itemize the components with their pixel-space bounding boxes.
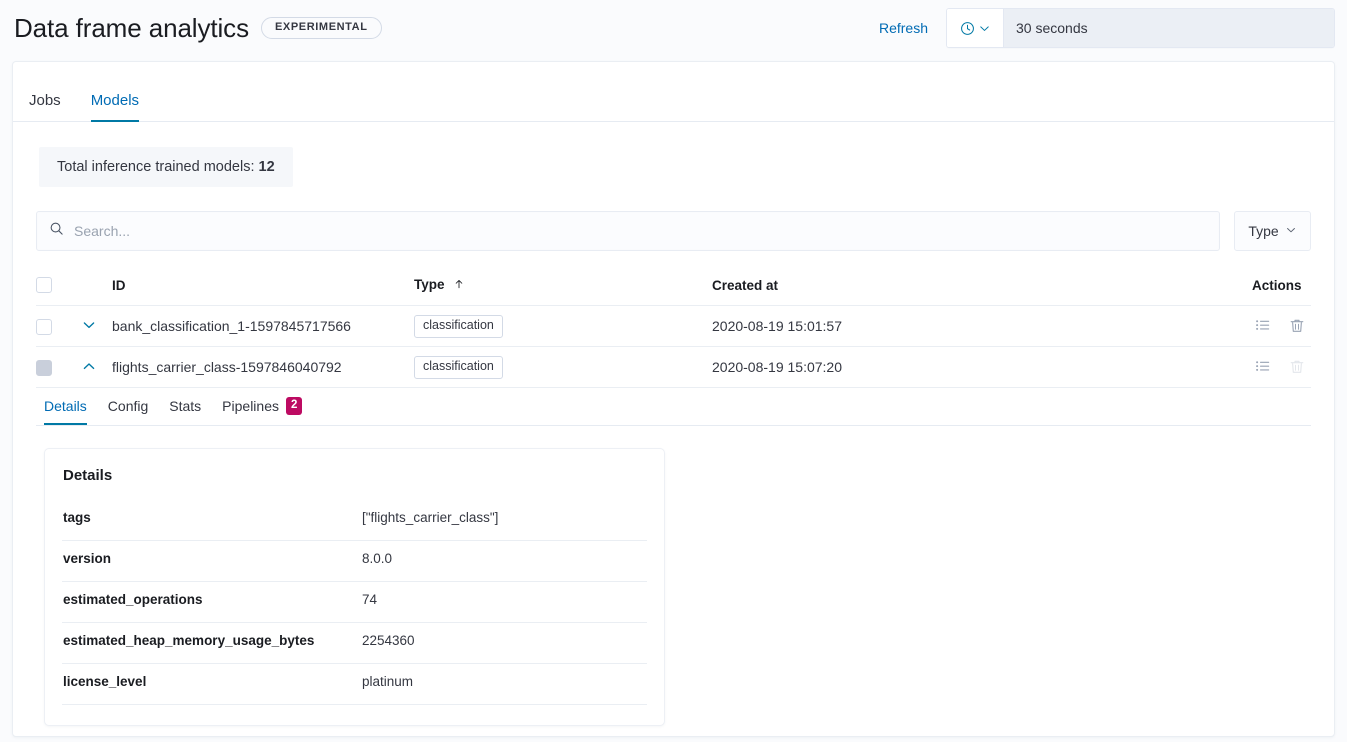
row-select-cell: [36, 306, 78, 347]
column-header-id[interactable]: ID: [112, 269, 414, 306]
row-checkbox[interactable]: [36, 319, 52, 335]
type-filter-label: Type: [1248, 223, 1278, 239]
expanded-tabs: Details Config Stats Pipelines: [36, 388, 1311, 425]
chevron-down-icon: [1285, 223, 1297, 239]
chevron-up-icon: [81, 358, 97, 377]
row-actions-cell: [1252, 306, 1311, 347]
header-controls: Refresh 30 seconds: [879, 8, 1335, 48]
list-icon[interactable]: [1255, 318, 1271, 334]
tab-pipelines[interactable]: Pipelines 2: [222, 388, 302, 424]
sort-up-icon: [453, 278, 465, 293]
search-box[interactable]: [36, 211, 1220, 251]
row-select-cell: [36, 347, 78, 388]
experimental-badge: EXPERIMENTAL: [261, 17, 382, 39]
details-value: platinum: [362, 664, 647, 705]
row-created-at: 2020-08-19 15:07:20: [712, 347, 1252, 388]
column-header-type-label: Type: [414, 277, 445, 292]
pipelines-count-badge: 2: [286, 397, 302, 414]
details-value: 8.0.0: [362, 541, 647, 582]
details-key: version: [62, 541, 362, 582]
details-key: tags: [62, 500, 362, 541]
expanded-details-row: Details Config Stats Pipelines: [36, 388, 1311, 737]
details-row: tags ["flights_carrier_class"]: [62, 500, 647, 541]
row-type-cell: classification: [414, 306, 712, 347]
clock-icon: [960, 21, 975, 36]
column-header-type[interactable]: Type: [414, 269, 712, 306]
chevron-down-icon: [81, 317, 97, 336]
tab-details[interactable]: Details: [44, 389, 87, 424]
type-badge: classification: [414, 315, 503, 338]
page-title: Data frame analytics: [14, 13, 249, 44]
details-card-title: Details: [62, 467, 647, 484]
row-expand-cell: [78, 306, 112, 347]
tab-stats-label: Stats: [169, 398, 201, 414]
expand-row-button[interactable]: [78, 315, 100, 337]
details-card: Details tags ["flights_carrier_class"]: [44, 448, 665, 727]
details-value: ["flights_carrier_class"]: [362, 500, 647, 541]
details-value: 2254360: [362, 623, 647, 664]
column-header-created-at[interactable]: Created at: [712, 269, 1252, 306]
tab-jobs[interactable]: Jobs: [29, 84, 61, 121]
search-input[interactable]: [74, 223, 1207, 239]
row-actions-cell: [1252, 347, 1311, 388]
details-row: estimated_heap_memory_usage_bytes 225436…: [62, 623, 647, 664]
table-header-row: ID Type Created at Actions: [36, 269, 1311, 306]
details-table: tags ["flights_carrier_class"] version 8…: [62, 500, 647, 706]
refresh-interval-value[interactable]: 30 seconds: [1004, 9, 1334, 47]
details-key: license_level: [62, 664, 362, 705]
tab-stats[interactable]: Stats: [169, 389, 201, 424]
refresh-button[interactable]: Refresh: [879, 20, 928, 36]
row-id: bank_classification_1-1597845717566: [112, 306, 414, 347]
tab-config-label: Config: [108, 398, 148, 414]
row-expand-cell: [78, 347, 112, 388]
row-type-cell: classification: [414, 347, 712, 388]
main-panel: Jobs Models Total inference trained mode…: [12, 61, 1335, 737]
row-id: flights_carrier_class-1597846040792: [112, 347, 414, 388]
search-row: Type: [36, 211, 1311, 251]
expanded-panel: Details Config Stats Pipelines: [36, 388, 1311, 737]
tab-config[interactable]: Config: [108, 389, 148, 424]
refresh-interval-control: 30 seconds: [946, 8, 1335, 48]
select-all-checkbox[interactable]: [36, 277, 52, 293]
search-icon: [49, 221, 64, 241]
details-value: 74: [362, 582, 647, 623]
chevron-down-icon: [978, 22, 991, 35]
collapse-row-button[interactable]: [78, 356, 100, 378]
main-tabs: Jobs Models: [13, 84, 1334, 122]
row-created-at: 2020-08-19 15:01:57: [712, 306, 1252, 347]
tab-models[interactable]: Models: [91, 84, 139, 121]
details-row: license_level platinum: [62, 664, 647, 705]
select-all-header: [36, 269, 78, 306]
models-table: ID Type Created at Actions: [36, 269, 1311, 737]
details-row: estimated_operations 74: [62, 582, 647, 623]
expand-header: [78, 269, 112, 306]
quick-select-button[interactable]: [947, 9, 1004, 47]
total-models-callout: Total inference trained models: 12: [39, 147, 293, 187]
details-key: estimated_operations: [62, 582, 362, 623]
list-icon[interactable]: [1255, 359, 1271, 375]
column-header-actions: Actions: [1252, 269, 1311, 306]
tab-pipelines-label: Pipelines: [222, 398, 279, 414]
trash-icon[interactable]: [1289, 318, 1305, 334]
trash-icon: [1289, 359, 1305, 375]
expanded-details-cell: Details Config Stats Pipelines: [36, 388, 1311, 737]
details-key: estimated_heap_memory_usage_bytes: [62, 623, 362, 664]
total-models-count: 12: [259, 159, 275, 175]
type-filter-button[interactable]: Type: [1234, 211, 1311, 251]
total-models-label: Total inference trained models:: [57, 159, 254, 175]
table-row[interactable]: bank_classification_1-1597845717566 clas…: [36, 306, 1311, 347]
type-badge: classification: [414, 356, 503, 379]
tab-details-label: Details: [44, 398, 87, 414]
table-row[interactable]: flights_carrier_class-1597846040792 clas…: [36, 347, 1311, 388]
page-header: Data frame analytics EXPERIMENTAL Refres…: [0, 0, 1347, 56]
row-checkbox: [36, 360, 52, 376]
details-row: version 8.0.0: [62, 541, 647, 582]
